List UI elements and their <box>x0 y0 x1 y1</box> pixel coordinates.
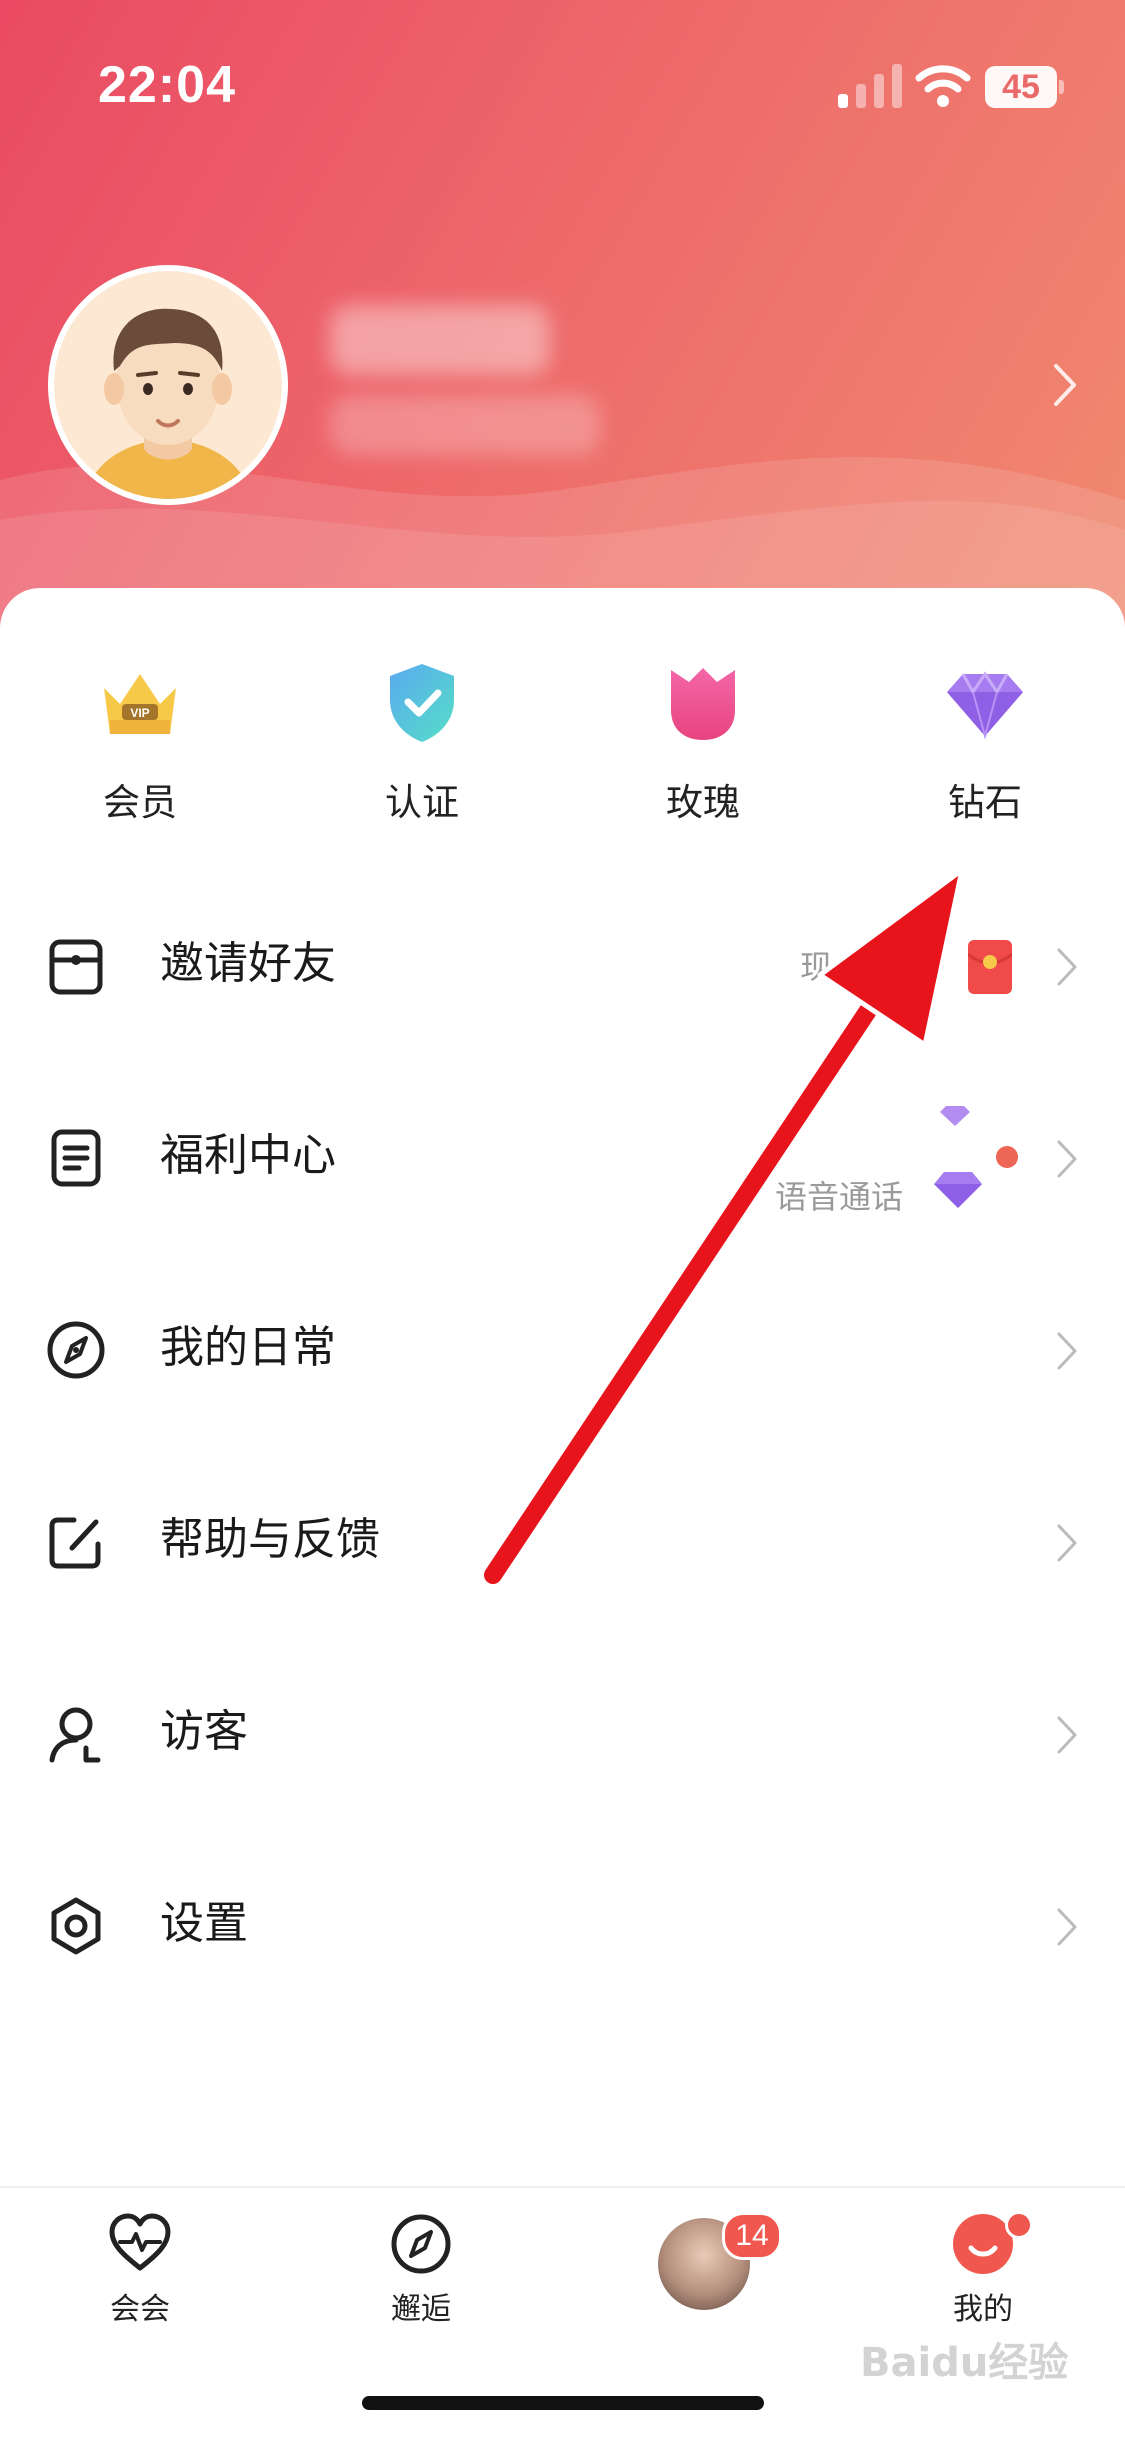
visitor-icon <box>49 1707 101 1763</box>
menu-item-label: 我的日常 <box>160 1322 336 1373</box>
wifi-icon <box>915 65 971 107</box>
svg-text:VIP: VIP <box>130 706 149 720</box>
chevron-right-icon <box>1057 1140 1077 1178</box>
quick-action-verify[interactable]: 认证 <box>322 660 522 830</box>
menu-item-label: 设置 <box>160 1898 248 1949</box>
quick-action-diamond[interactable]: 钻石 <box>885 660 1085 830</box>
battery-level: 45 <box>1002 68 1040 106</box>
quick-action-rose[interactable]: 玫瑰 <box>603 660 803 830</box>
status-time: 22:04 <box>98 56 236 114</box>
chevron-right-icon <box>1057 948 1077 986</box>
vip-crown-icon: VIP <box>104 674 176 734</box>
user-avatar-illustration <box>84 308 252 499</box>
unread-badge: 14 <box>722 2212 782 2260</box>
verified-shield-icon <box>390 664 454 742</box>
notification-dot <box>1005 2211 1033 2239</box>
invite-reward-text: 现 <box>800 948 833 986</box>
quick-action-label: 认证 <box>385 781 459 824</box>
chevron-right-icon <box>1057 1908 1077 1946</box>
tab-huihui[interactable]: 会会 <box>50 2212 230 2332</box>
compass-icon <box>391 2214 451 2274</box>
profile-header: 22:04 45 <box>0 0 1125 640</box>
rose-icon <box>671 668 735 740</box>
quick-action-label: 会员 <box>103 781 177 824</box>
diamond-icon <box>940 1106 970 1126</box>
status-bar: 22:04 45 <box>0 0 1125 170</box>
red-envelope-icon <box>968 940 1012 994</box>
diamond-icon <box>934 1172 982 1208</box>
watermark: Baidu经验 <box>860 2340 1069 2386</box>
menu-item-label: 福利中心 <box>160 1130 336 1181</box>
menu-item-visitors[interactable]: 访客 <box>0 1638 1125 1830</box>
chevron-right-icon <box>1057 1524 1077 1562</box>
battery-indicator: 45 <box>985 66 1065 108</box>
menu-item-label: 访客 <box>160 1706 248 1757</box>
tab-me[interactable]: 我的 <box>893 2212 1073 2332</box>
settings-icon <box>51 1897 101 1955</box>
menu-item-settings[interactable]: 设置 <box>0 1830 1125 2022</box>
quick-action-label: 钻石 <box>948 781 1022 824</box>
heart-pulse-icon <box>109 2213 171 2271</box>
notification-dot <box>996 1146 1018 1168</box>
menu-item-my-daily[interactable]: 我的日常 <box>0 1254 1125 1446</box>
chevron-right-icon[interactable] <box>1050 360 1080 410</box>
tab-label: 邂逅 <box>391 2292 451 2327</box>
menu-item-help-feedback[interactable]: 帮助与反馈 <box>0 1446 1125 1638</box>
tab-encounter[interactable]: 邂逅 <box>331 2212 511 2332</box>
menu-item-welfare-center[interactable]: 福利中心 语音通话 <box>0 1062 1125 1254</box>
quick-action-vip[interactable]: VIP 会员 <box>40 660 240 830</box>
user-id-blurred <box>330 395 600 455</box>
profile-avatar[interactable] <box>48 265 288 505</box>
menu-item-invite-friends[interactable]: 邀请好友 现 <box>0 870 1125 1062</box>
home-indicator <box>362 2396 764 2410</box>
chevron-right-icon <box>1057 1716 1077 1754</box>
edit-icon <box>49 1517 101 1569</box>
invite-icon <box>49 939 103 995</box>
welfare-icon <box>51 1129 101 1187</box>
quick-action-label: 玫瑰 <box>666 781 740 824</box>
tab-label: 我的 <box>953 2292 1013 2327</box>
menu-item-label: 帮助与反馈 <box>160 1514 380 1565</box>
username-blurred <box>330 305 550 375</box>
menu-item-label: 邀请好友 <box>160 938 336 989</box>
compass-icon <box>47 1321 105 1379</box>
diamond-icon <box>947 671 1023 740</box>
chevron-right-icon <box>1057 1332 1077 1370</box>
welfare-side-text: 语音通话 <box>775 1178 904 1216</box>
tab-label: 会会 <box>110 2292 170 2327</box>
cellular-signal-icon <box>838 64 902 108</box>
